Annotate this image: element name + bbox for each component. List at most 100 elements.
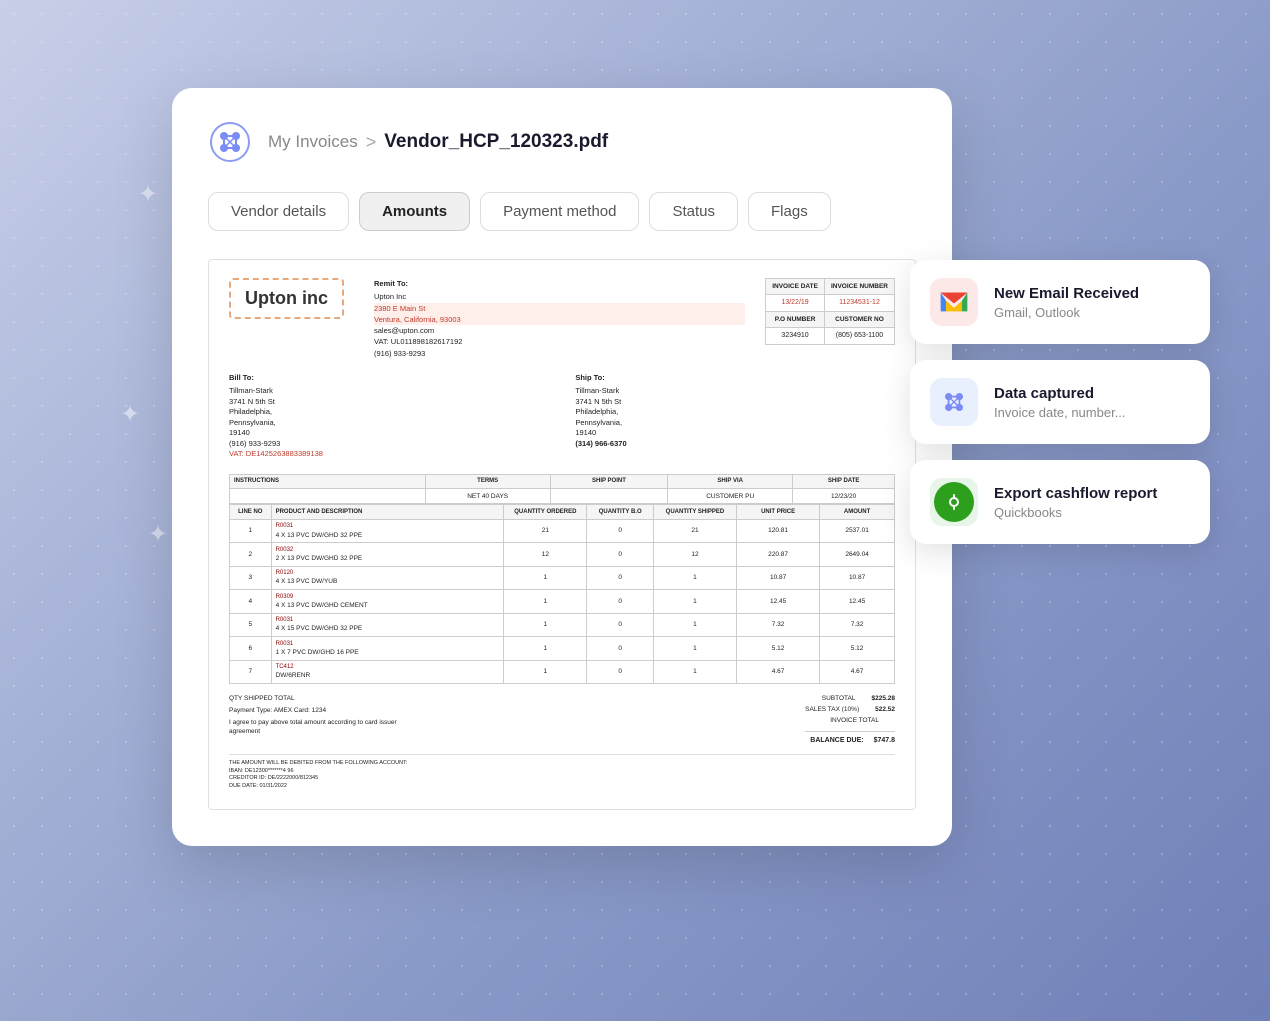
table-row: 7 TC412DW/6RENR 101 4.674.67 (230, 660, 895, 683)
bill-to-title: Bill To: (229, 373, 549, 384)
tab-status[interactable]: Status (649, 192, 738, 231)
quickbooks-icon (930, 478, 978, 526)
customer-no-header: CUSTOMER NO (824, 311, 894, 327)
remit-phone: (916) 933-9293 (374, 348, 745, 359)
line-items-table: LINE NO PRODUCT AND DESCRIPTION QUANTITY… (229, 504, 895, 684)
table-row: 6 R00311 X 7 PVC DW/GHD 16 PPE 101 5.125… (230, 637, 895, 660)
table-row: 2 R00322 X 13 PVC DW/GHD 32 PPE 12012 22… (230, 543, 895, 566)
ship-to-city: Philadelphia, (575, 407, 895, 418)
subtotal-label: SUBTOTAL (822, 694, 856, 703)
notif-data-title: Data captured (994, 385, 1126, 402)
ship-point-value (550, 489, 667, 504)
tab-flags[interactable]: Flags (748, 192, 831, 231)
ship-to-title: Ship To: (575, 373, 895, 384)
notif-qb-subtitle: Quickbooks (994, 505, 1157, 520)
remit-address: 2380 E Main St (374, 303, 745, 314)
bill-to-name: Tillman-Stark (229, 386, 549, 397)
sparkle-3: ✦ (148, 520, 168, 549)
card-header: My Invoices > Vendor_HCP_120323.pdf (208, 120, 916, 164)
breadcrumb-parent[interactable]: My Invoices (268, 132, 358, 152)
bill-to-address: 3741 N 5th St (229, 397, 549, 408)
amount-header: AMOUNT (820, 505, 895, 519)
ship-to-section: Ship To: Tillman-Stark 3741 N 5th St Phi… (575, 373, 895, 460)
qty-bo-header: QUANTITY B.O (587, 505, 653, 519)
ship-point-header: SHIP POINT (550, 474, 667, 488)
notif-qb-text: Export cashflow report Quickbooks (994, 485, 1157, 520)
notif-gmail-title: New Email Received (994, 285, 1139, 302)
sparkle-2: ✦ (120, 400, 140, 429)
notif-gmail-subtitle: Gmail, Outlook (994, 305, 1139, 320)
tab-bar: Vendor details Amounts Payment method St… (208, 192, 916, 231)
po-number-value: 3234910 (766, 327, 825, 344)
invoice-number-value: 11234531-12 (824, 295, 894, 312)
totals-section: SUBTOTAL $225.28 SALES TAX (10%) 522.52 … (805, 694, 895, 746)
notif-card-data: Data captured Invoice date, number... (910, 360, 1210, 444)
iban: IBAN: DE12300*******4 96 (229, 768, 895, 776)
bill-to-section: Bill To: Tillman-Stark 3741 N 5th St Phi… (229, 373, 549, 460)
notif-data-subtitle: Invoice date, number... (994, 405, 1126, 420)
payment-type: Payment Type: AMEX Card: 1234 (229, 706, 429, 715)
main-card: My Invoices > Vendor_HCP_120323.pdf Vend… (172, 88, 952, 846)
ship-to-name: Tillman-Stark (575, 386, 895, 397)
invoice-date-header: INVOICE DATE (766, 279, 825, 295)
ship-via-header: SHIP VIA (668, 474, 793, 488)
invoice-bottom-footer: THE AMOUNT WILL BE DEBITED FROM THE FOLL… (229, 754, 895, 791)
bill-to-city: Philadelphia, (229, 407, 549, 418)
payment-type-section: QTY SHIPPED TOTAL Payment Type: AMEX Car… (229, 694, 429, 746)
company-section: Upton inc (229, 278, 344, 359)
due-date: DUE DATE: 01/31/2022 (229, 783, 895, 791)
bill-to-phone: (916) 933-9293 (229, 439, 549, 450)
table-row: 3 R01204 X 13 PVC DW/YUB 101 10.8710.87 (230, 566, 895, 589)
invoice-meta: INVOICE DATE INVOICE NUMBER 13/22/19 112… (765, 278, 895, 359)
subtotal-value: $225.28 (872, 694, 896, 703)
terms-header: TERMS (425, 474, 550, 488)
balance-due-label: BALANCE DUE: (810, 736, 863, 746)
ship-date-header: SHIP DATE (793, 474, 895, 488)
qty-shipped-header: QUANTITY SHIPPED (653, 505, 736, 519)
invoice-date-value: 13/22/19 (766, 295, 825, 312)
customer-no-value: (805) 653-1100 (824, 327, 894, 344)
bill-to-vat: VAT: DE1425263883389138 (229, 449, 549, 460)
terms-value: NET 40 DAYS (425, 489, 550, 504)
invoice-document: Upton inc Remit To: Upton Inc 2380 E Mai… (208, 259, 916, 810)
tab-vendor-details[interactable]: Vendor details (208, 192, 349, 231)
ship-to-address: 3741 N 5th St (575, 397, 895, 408)
remit-name: Upton Inc (374, 291, 745, 302)
ship-to-phone: (314) 966-6370 (575, 439, 895, 450)
notif-gmail-text: New Email Received Gmail, Outlook (994, 285, 1139, 320)
ship-to-state: Pennsylvania, (575, 418, 895, 429)
breadcrumb-current: Vendor_HCP_120323.pdf (384, 131, 608, 153)
instructions-header: INSTRUCTIONS (230, 474, 426, 488)
invoice-number-header: INVOICE NUMBER (824, 279, 894, 295)
gmail-icon (930, 278, 978, 326)
table-row: 1 R00314 X 13 PVC DW/GHD 32 PPE 21021 12… (230, 519, 895, 542)
sales-tax-value: 522.52 (875, 705, 895, 714)
company-name: Upton inc (229, 278, 344, 319)
qty-shipped-total-label: QTY SHIPPED TOTAL (229, 694, 429, 703)
qty-ordered-header: QUANTITY ORDERED (504, 505, 587, 519)
ship-date-value: 12/23/20 (793, 489, 895, 504)
remit-city: Ventura, California, 93003 (374, 314, 745, 325)
invoice-footer: QTY SHIPPED TOTAL Payment Type: AMEX Car… (229, 694, 895, 746)
po-number-header: P.O NUMBER (766, 311, 825, 327)
instructions-value (230, 489, 426, 504)
sparkle-1: ✦ (138, 180, 158, 209)
table-row: 5 R00314 X 15 PVC DW/GHD 32 PPE 101 7.32… (230, 613, 895, 636)
ship-via-value: CUSTOMER PU (668, 489, 793, 504)
unit-price-header: UNIT PRICE (737, 505, 820, 519)
app-logo (208, 120, 252, 164)
footer-text: THE AMOUNT WILL BE DEBITED FROM THE FOLL… (229, 760, 895, 768)
data-capture-icon (930, 378, 978, 426)
tab-payment-method[interactable]: Payment method (480, 192, 639, 231)
invoice-total-label: INVOICE TOTAL (830, 716, 879, 725)
tab-amounts[interactable]: Amounts (359, 192, 470, 231)
bill-to-state: Pennsylvania, (229, 418, 549, 429)
table-row: 4 R03094 X 13 PVC DW/GHD CEMENT 101 12.4… (230, 590, 895, 613)
breadcrumb-separator: > (366, 132, 377, 153)
ship-to-zip: 19140 (575, 428, 895, 439)
notification-stack: New Email Received Gmail, Outlook Data c… (910, 260, 1210, 544)
notif-card-quickbooks: Export cashflow report Quickbooks (910, 460, 1210, 544)
product-desc-header: PRODUCT AND DESCRIPTION (271, 505, 504, 519)
notif-qb-title: Export cashflow report (994, 485, 1157, 502)
remit-section: Remit To: Upton Inc 2380 E Main St Ventu… (374, 278, 745, 359)
